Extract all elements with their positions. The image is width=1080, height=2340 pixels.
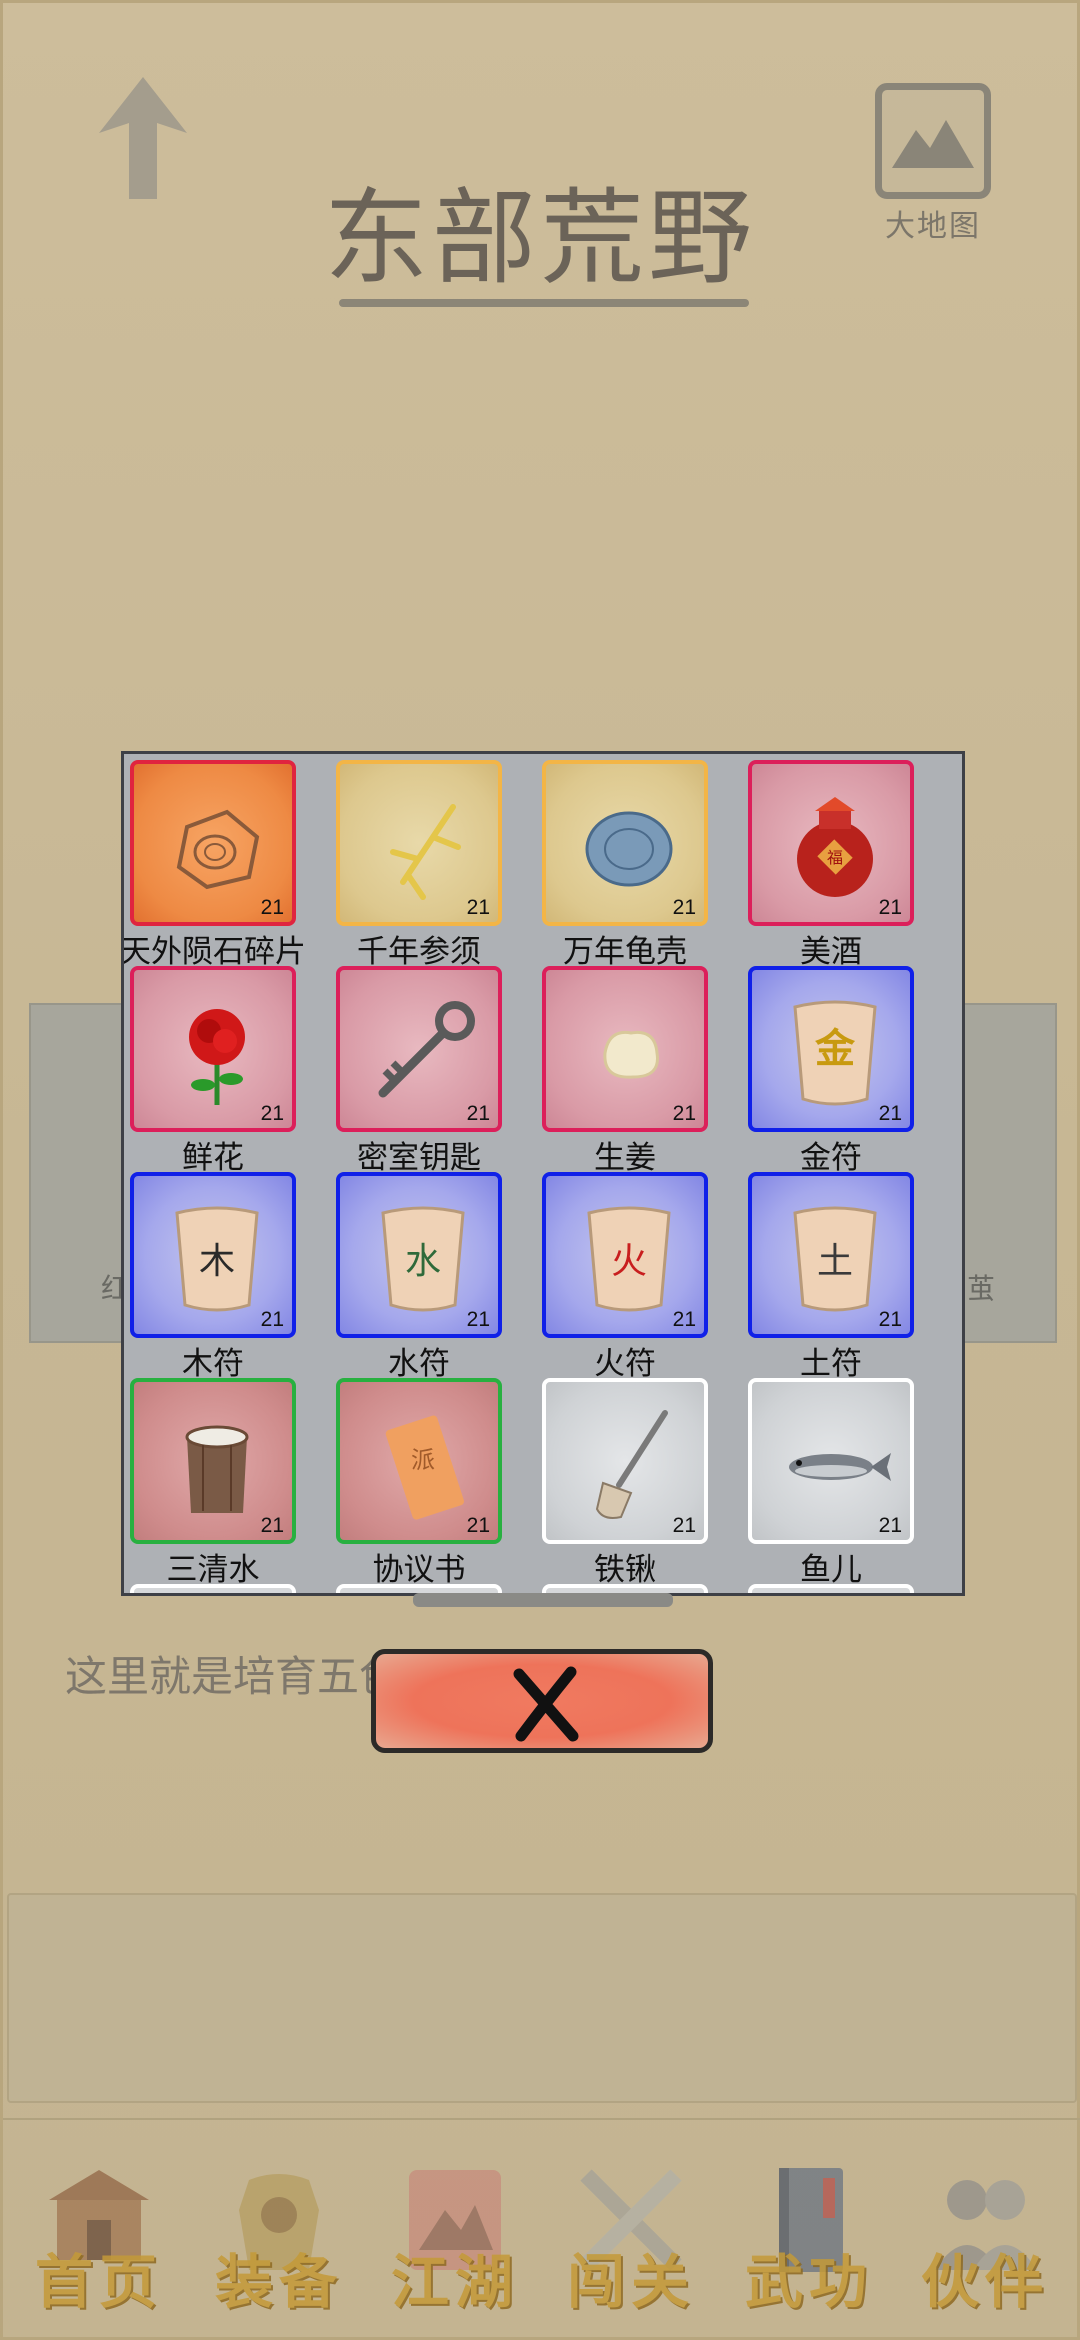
item-count: 21 <box>672 1308 696 1331</box>
nav-companions[interactable]: 伙伴 <box>905 2160 1065 2320</box>
contract-glyph: 派 <box>411 1446 435 1474</box>
location-description: 这里就是培育五色 <box>65 1652 402 1701</box>
modal-scroll-indicator <box>413 1593 673 1607</box>
meteorite-icon <box>176 809 260 890</box>
nav-martial-arts[interactable]: 武功 <box>729 2160 889 2320</box>
nav-label: 闯关 <box>566 2248 695 2316</box>
rose-icon <box>189 1009 245 1105</box>
item-count: 21 <box>466 1514 490 1537</box>
item-name: 铁锹 <box>594 1552 656 1588</box>
item-count: 21 <box>672 1102 696 1125</box>
inventory-item[interactable]: 21 生姜 <box>536 960 742 1176</box>
item-count: 21 <box>878 1308 902 1331</box>
item-count: 21 <box>260 1308 284 1331</box>
nav-jianghu[interactable]: 江湖 <box>375 2160 535 2320</box>
nav-label: 首页 <box>34 2248 163 2316</box>
item-count: 21 <box>260 1514 284 1537</box>
talisman-glyph: 水 <box>404 1241 441 1282</box>
wooden-bucket-icon <box>185 1425 249 1513</box>
ginger-icon <box>603 1030 659 1079</box>
nav-equipment[interactable]: 装备 <box>199 2160 359 2320</box>
item-count: 21 <box>878 1514 902 1537</box>
wine-jar-icon: 福 <box>797 797 873 897</box>
big-map-label: 大地图 <box>885 209 981 244</box>
item-tile: 21 <box>130 1378 296 1544</box>
item-tile: 火 21 <box>542 1172 708 1338</box>
talisman-glyph: 火 <box>610 1241 647 1282</box>
item-tile: 土 21 <box>748 1172 914 1338</box>
turtle-shell-icon <box>585 811 673 887</box>
nav-home[interactable]: 首页 <box>19 2160 179 2320</box>
big-map-button[interactable]: 大地图 <box>873 83 993 244</box>
item-count: 21 <box>260 1102 284 1125</box>
item-count: 21 <box>466 1308 490 1331</box>
key-icon <box>378 1001 475 1098</box>
inventory-item[interactable]: 福 21 美酒 <box>742 754 948 970</box>
item-count: 21 <box>878 1102 902 1125</box>
nav-label: 江湖 <box>390 2248 519 2316</box>
item-tile: 21 <box>542 760 708 926</box>
inventory-item[interactable]: 21 鱼儿 <box>742 1372 948 1588</box>
item-tile: 21 <box>336 966 502 1132</box>
close-x-icon <box>513 1666 579 1742</box>
inventory-item[interactable]: 21 千年参须 <box>330 754 536 970</box>
item-tile-partial <box>748 1584 914 1593</box>
background-card-label: 茧 <box>967 1272 996 1305</box>
item-count: 21 <box>260 896 284 919</box>
inventory-item[interactable]: 21 三清水 <box>124 1372 330 1588</box>
item-count: 21 <box>878 896 902 919</box>
nav-label: 伙伴 <box>920 2248 1049 2316</box>
item-tile-partial <box>130 1584 296 1593</box>
nav-label: 武功 <box>744 2248 873 2316</box>
svg-text:福: 福 <box>827 848 843 867</box>
inventory-item[interactable]: 21 鲜花 <box>124 960 330 1176</box>
item-count: 21 <box>466 1102 490 1125</box>
shovel-icon <box>595 1410 668 1519</box>
talisman-glyph: 金 <box>815 1025 855 1072</box>
game-screen: 东部荒野 大地图 红 茧 这里就是培育五色 首页 装备 江湖 闯关 武功 伙伴 … <box>0 0 1080 2340</box>
item-name: 协议书 <box>372 1552 466 1588</box>
item-tile: 21 <box>748 1378 914 1544</box>
item-tile: 福 21 <box>748 760 914 926</box>
item-tile: 21 <box>130 966 296 1132</box>
inventory-item[interactable]: 火 21 火符 <box>536 1166 742 1382</box>
item-tile: 21 <box>130 760 296 926</box>
item-tile: 派 21 <box>336 1378 502 1544</box>
item-name: 三清水 <box>166 1552 260 1588</box>
item-tile: 水 21 <box>336 1172 502 1338</box>
message-panel <box>7 1893 1077 2103</box>
item-tile: 木 21 <box>130 1172 296 1338</box>
bottom-nav: 首页 装备 江湖 闯关 武功 伙伴 <box>3 2118 1080 2340</box>
item-tile: 21 <box>542 1378 708 1544</box>
background-card-right: 茧 <box>963 1003 1057 1343</box>
item-name: 鱼儿 <box>800 1552 862 1588</box>
item-count: 21 <box>672 896 696 919</box>
inventory-item[interactable]: 派 21 协议书 <box>330 1372 536 1588</box>
title-underline <box>339 299 749 307</box>
inventory-item[interactable]: 金 21 金符 <box>742 960 948 1176</box>
item-tile: 金 21 <box>748 966 914 1132</box>
item-tile: 21 <box>542 966 708 1132</box>
close-button[interactable] <box>371 1649 713 1753</box>
talisman-glyph: 木 <box>198 1241 235 1282</box>
fish-icon <box>789 1453 891 1481</box>
inventory-item[interactable]: 21 密室钥匙 <box>330 960 536 1176</box>
inventory-modal: 21 天外陨石碎片 21 千年参须 21 万年龟壳 福 21 美酒 21 鲜花 … <box>121 751 965 1596</box>
inventory-item[interactable]: 木 21 木符 <box>124 1166 330 1382</box>
mountain-map-icon <box>875 83 991 199</box>
item-tile: 21 <box>336 760 502 926</box>
inventory-item[interactable]: 土 21 土符 <box>742 1166 948 1382</box>
inventory-item[interactable]: 21 铁锹 <box>536 1372 742 1588</box>
item-count: 21 <box>672 1514 696 1537</box>
inventory-item[interactable]: 水 21 水符 <box>330 1166 536 1382</box>
item-count: 21 <box>466 896 490 919</box>
nav-label: 装备 <box>214 2248 343 2316</box>
nav-challenge[interactable]: 闯关 <box>551 2160 711 2320</box>
talisman-glyph: 土 <box>816 1241 853 1282</box>
inventory-item[interactable]: 21 天外陨石碎片 <box>124 754 330 970</box>
inventory-item[interactable]: 21 万年龟壳 <box>536 754 742 970</box>
ginseng-icon <box>390 804 461 900</box>
